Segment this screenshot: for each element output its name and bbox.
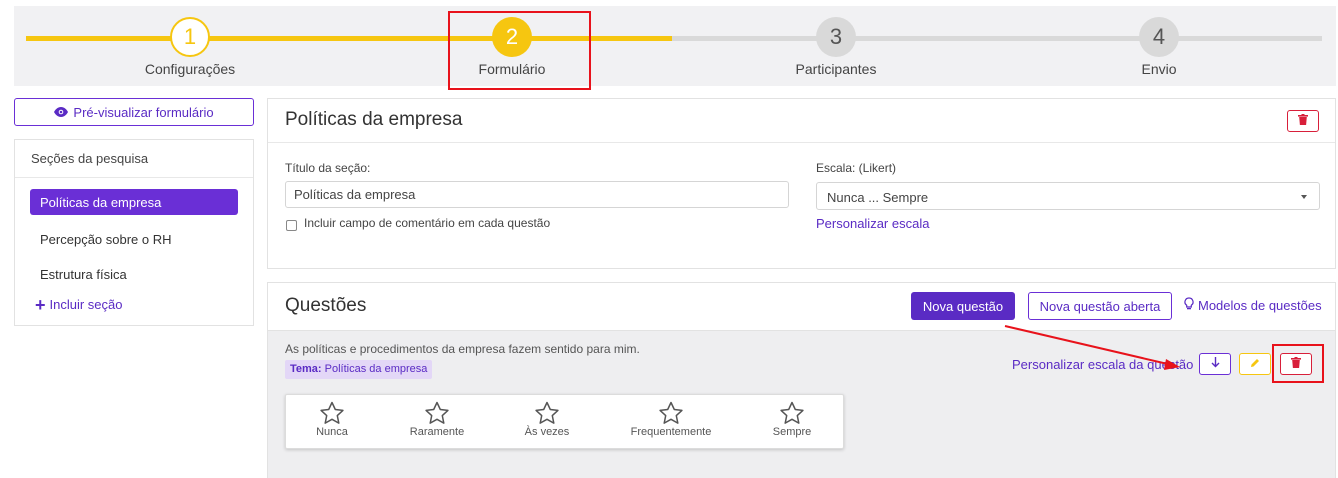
- step-label: Envio: [1141, 61, 1177, 77]
- survey-sections-panel: Seções da pesquisa Políticas da empresa …: [14, 139, 254, 326]
- divider: [268, 142, 1335, 143]
- scale-select[interactable]: Nunca ... Sempre: [816, 182, 1320, 210]
- scale-option-nunca[interactable]: Nunca: [272, 401, 392, 438]
- scale-option-label: Raramente: [409, 426, 465, 438]
- scale-option-label: Frequentemente: [630, 426, 712, 438]
- comment-field-label: Incluir campo de comentário em cada ques…: [304, 216, 551, 230]
- step-label: Configurações: [144, 61, 236, 77]
- question-templates-label: Modelos de questões: [1198, 297, 1322, 313]
- add-section-label: Incluir seção: [49, 297, 123, 312]
- star-icon: [487, 401, 607, 425]
- questions-panel: Questões Nova questão Nova questão abert…: [267, 282, 1336, 478]
- section-item-estrutura-fisica[interactable]: Estrutura física: [30, 261, 238, 287]
- step-number: 3: [816, 17, 856, 57]
- sections-title: Seções da pesquisa: [15, 140, 253, 178]
- step-configuracoes[interactable]: 1 Configurações: [90, 17, 290, 77]
- customize-scale-link[interactable]: Personalizar escala: [816, 216, 929, 231]
- lightbulb-icon: [1184, 297, 1194, 313]
- questions-title: Questões: [285, 295, 367, 316]
- eye-icon: [54, 105, 69, 120]
- section-settings-panel: Políticas da empresa Título da seção: In…: [267, 98, 1336, 269]
- step-label: Participantes: [795, 61, 877, 77]
- preview-form-label: Pré-visualizar formulário: [73, 104, 214, 120]
- likert-scale-preview: Nunca Raramente Às vezes Frequentemente …: [285, 394, 844, 449]
- plus-icon: +: [35, 294, 46, 315]
- new-open-question-button[interactable]: Nova questão aberta: [1028, 292, 1172, 320]
- scale-option-label: Sempre: [772, 426, 812, 438]
- section-item-label: Estrutura física: [40, 267, 127, 282]
- star-icon: [272, 401, 392, 425]
- pencil-icon: [1250, 355, 1260, 373]
- stepper: 1 Configurações 2 Formulário 3 Participa…: [14, 6, 1336, 86]
- scale-option-frequentemente[interactable]: Frequentemente: [611, 401, 731, 438]
- step-number: 1: [170, 17, 210, 57]
- theme-tag: Tema: Políticas da empresa: [285, 360, 433, 379]
- preview-form-button[interactable]: Pré-visualizar formulário: [14, 98, 254, 126]
- delete-section-button[interactable]: [1287, 110, 1319, 132]
- star-icon: [377, 401, 497, 425]
- customize-question-scale-link[interactable]: Personalizar escala da questão: [1012, 357, 1193, 372]
- scale-option-sempre[interactable]: Sempre: [732, 401, 852, 438]
- question-card: As políticas e procedimentos da empresa …: [268, 330, 1335, 478]
- section-panel-title: Políticas da empresa: [285, 109, 463, 130]
- scale-select-value: Nunca ... Sempre: [827, 190, 929, 205]
- trash-icon: [1298, 112, 1308, 130]
- add-section-link[interactable]: + Incluir seção: [35, 294, 123, 315]
- question-templates-link[interactable]: Modelos de questões: [1184, 297, 1322, 313]
- new-question-button[interactable]: Nova questão: [911, 292, 1015, 320]
- annotation-highlight-delete: [1272, 344, 1324, 383]
- section-title-input[interactable]: [285, 181, 789, 208]
- step-envio[interactable]: 4 Envio: [1059, 17, 1259, 77]
- section-item-label: Políticas da empresa: [40, 195, 162, 210]
- survey-editor: 1 Configurações 2 Formulário 3 Participa…: [0, 0, 1338, 478]
- section-item-percepcao-rh[interactable]: Percepção sobre o RH: [30, 226, 238, 252]
- edit-question-button[interactable]: [1239, 353, 1271, 375]
- star-icon: [732, 401, 852, 425]
- move-question-down-button[interactable]: [1199, 353, 1231, 375]
- theme-tag-label: Tema:: [290, 363, 322, 375]
- arrow-down-icon: [1211, 355, 1220, 373]
- star-icon: [611, 401, 731, 425]
- scale-option-label: Nunca: [316, 426, 348, 438]
- annotation-highlight-step: [448, 11, 591, 90]
- chevron-down-icon: [1301, 195, 1307, 199]
- section-item-label: Percepção sobre o RH: [40, 232, 172, 247]
- scale-option-as-vezes[interactable]: Às vezes: [487, 401, 607, 438]
- step-participantes[interactable]: 3 Participantes: [736, 17, 936, 77]
- section-item-politicas[interactable]: Políticas da empresa: [30, 189, 238, 215]
- scale-option-label: Às vezes: [524, 426, 570, 438]
- section-title-label: Título da seção:: [285, 161, 371, 175]
- scale-label: Escala: (Likert): [816, 161, 897, 175]
- theme-tag-value: Políticas da empresa: [324, 363, 428, 375]
- question-text: As políticas e procedimentos da empresa …: [285, 342, 640, 356]
- step-number: 4: [1139, 17, 1179, 57]
- comment-field-checkbox[interactable]: [286, 220, 297, 231]
- scale-option-raramente[interactable]: Raramente: [377, 401, 497, 438]
